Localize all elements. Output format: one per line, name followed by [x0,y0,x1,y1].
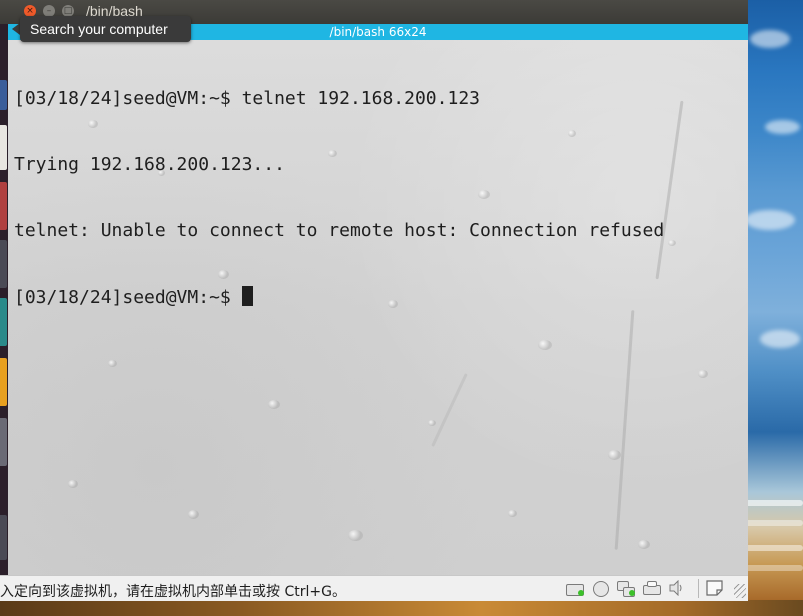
launcher-item-terminal[interactable] [0,182,7,230]
terminal-output: [03/18/24]seed@VM:~$ telnet 192.168.200.… [14,44,739,352]
tooltip-arrow [12,23,20,35]
hard-disk-icon[interactable] [566,580,584,596]
launcher-item-workspace[interactable] [0,418,7,466]
search-tooltip: Search your computer [20,16,191,42]
terminal-window[interactable]: /bin/bash 66x24 [03/18/24]seed@VM:~$ tel… [8,24,748,575]
terminal-prompt: [03/18/24]seed@VM:~$ [14,287,242,308]
terminal-body[interactable]: [03/18/24]seed@VM:~$ telnet 192.168.200.… [8,40,748,575]
launcher-item-settings[interactable] [0,358,7,406]
launcher-item-browser[interactable] [0,125,7,170]
cd-rom-icon[interactable] [592,580,610,597]
launcher-item-trash[interactable] [0,515,7,560]
statusbar-divider [698,579,699,598]
terminal-cursor [241,286,253,306]
vm-statusbar: 入定向到该虚拟机，请在虚拟机内部单击或按 Ctrl+G。 [0,575,748,601]
terminal-line: Trying 192.168.200.123... [14,154,285,175]
launcher-item-files[interactable] [0,80,7,110]
terminal-prompt-line[interactable]: [03/18/24]seed@VM:~$ [14,286,739,308]
network-icon[interactable] [617,580,635,597]
resize-grip[interactable] [734,584,746,598]
terminal-line: [03/18/24]seed@VM:~$ telnet 192.168.200.… [14,88,480,109]
launcher-item-editor[interactable] [0,240,7,288]
message-icon[interactable] [706,580,724,596]
launcher-item-app[interactable] [0,298,7,346]
printer-icon[interactable] [643,580,661,596]
status-message: 入定向到该虚拟机，请在虚拟机内部单击或按 Ctrl+G。 [0,584,346,600]
screen: × – □ /bin/bash Search your computer /bi… [0,0,803,616]
terminal-line: telnet: Unable to connect to remote host… [14,220,665,241]
wallpaper-strip [0,600,803,616]
unity-launcher [0,0,8,575]
desktop-wallpaper [740,0,803,600]
sound-icon[interactable] [668,579,686,597]
